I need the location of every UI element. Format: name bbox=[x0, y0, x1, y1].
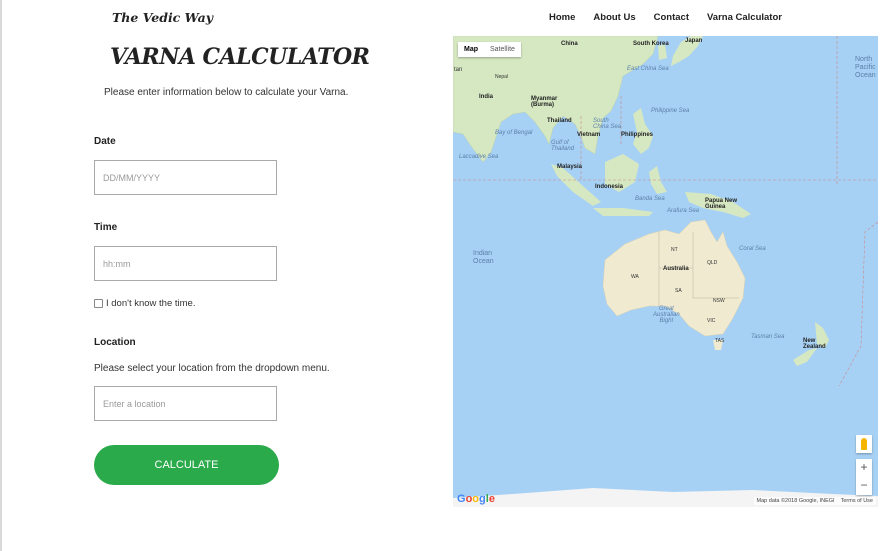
label-tasman-sea: Tasman Sea bbox=[751, 334, 785, 340]
label-partial-country: tan bbox=[454, 67, 463, 73]
main-nav: Home About Us Contact Varna Calculator bbox=[549, 12, 800, 23]
label-banda-sea: Banda Sea bbox=[635, 196, 665, 202]
label-philippine-sea: Philippine Sea bbox=[651, 108, 690, 114]
google-logo: Google bbox=[457, 493, 495, 505]
map-type-map-button[interactable]: Map bbox=[458, 42, 484, 57]
label-china: China bbox=[561, 41, 578, 47]
label-tas: TAS bbox=[715, 338, 725, 344]
label-indonesia: Indonesia bbox=[595, 184, 624, 190]
map-data-credit: Map data ©2018 Google, INEGI bbox=[756, 498, 835, 504]
label-great-australian-bight: Great Australian Bight bbox=[653, 306, 680, 324]
label-philippines: Philippines bbox=[621, 132, 654, 138]
label-coral-sea: Coral Sea bbox=[739, 246, 766, 252]
nav-contact[interactable]: Contact bbox=[654, 12, 689, 23]
label-malaysia: Malaysia bbox=[557, 164, 583, 170]
unknown-time-label: I don't know the time. bbox=[106, 298, 196, 309]
brand-logo[interactable]: The Vedic Way bbox=[112, 10, 213, 25]
street-view-pegman-icon[interactable] bbox=[856, 435, 872, 453]
label-new-zealand: New Zealand bbox=[803, 338, 826, 350]
map-attribution: Map data ©2018 Google, INEGI Terms of Us… bbox=[753, 497, 876, 505]
label-nt: NT bbox=[671, 247, 678, 253]
date-field[interactable]: DD/MM/YYYY bbox=[94, 160, 277, 195]
terms-of-use-link[interactable]: Terms of Use bbox=[841, 498, 873, 504]
page-title: VARNA CALCULATOR bbox=[110, 44, 370, 70]
label-myanmar: Myanmar (Burma) bbox=[531, 96, 558, 108]
label-nepal: Nepal bbox=[495, 74, 509, 80]
nav-home[interactable]: Home bbox=[549, 12, 575, 23]
new-zealand-south-landmass bbox=[793, 348, 817, 366]
maritime-line-3 bbox=[838, 221, 878, 387]
intro-text: Please enter information below to calcul… bbox=[104, 87, 349, 98]
unknown-time-checkbox[interactable] bbox=[94, 299, 103, 308]
label-australia: Australia bbox=[663, 266, 689, 272]
zoom-control: + − bbox=[856, 459, 872, 495]
label-gulf-thailand: Gulf of Thailand bbox=[551, 140, 575, 152]
label-north-pacific-ocean: North Pacific Ocean bbox=[855, 56, 876, 79]
location-help: Please select your location from the dro… bbox=[94, 363, 330, 374]
label-papua-new-guinea: Papua New Guinea bbox=[705, 198, 738, 210]
philippines-landmass bbox=[633, 108, 653, 154]
label-thailand: Thailand bbox=[547, 118, 572, 124]
label-vietnam: Vietnam bbox=[577, 132, 601, 138]
label-qld: QLD bbox=[707, 260, 718, 266]
map-type-control: Map Satellite bbox=[458, 42, 521, 57]
label-arafura-sea: Arafura Sea bbox=[667, 208, 700, 214]
label-nsw: NSW bbox=[713, 298, 725, 304]
location-label: Location bbox=[94, 337, 136, 348]
location-map[interactable]: China South Korea Japan tan Nepal India … bbox=[453, 36, 878, 507]
label-japan: Japan bbox=[685, 38, 703, 44]
label-sa: SA bbox=[675, 288, 682, 294]
nav-varna-calculator[interactable]: Varna Calculator bbox=[707, 12, 782, 23]
map-type-satellite-button[interactable]: Satellite bbox=[484, 42, 521, 57]
label-wa: WA bbox=[631, 274, 639, 280]
label-india: India bbox=[479, 94, 494, 100]
label-south-korea: South Korea bbox=[633, 41, 669, 47]
label-south-china-sea: South China Sea bbox=[593, 118, 622, 130]
left-border bbox=[0, 0, 2, 551]
label-laccadive-sea: Laccadive Sea bbox=[459, 154, 499, 160]
label-vic: VIC bbox=[707, 318, 716, 324]
label-east-china-sea: East China Sea bbox=[627, 66, 669, 72]
sumatra-landmass bbox=[551, 164, 601, 206]
calculate-button[interactable]: CALCULATE bbox=[94, 445, 279, 485]
location-field[interactable]: Enter a location bbox=[94, 386, 277, 421]
label-bay-of-bengal: Bay of Bengal bbox=[495, 130, 533, 136]
date-label: Date bbox=[94, 136, 116, 147]
time-label: Time bbox=[94, 222, 118, 233]
java-landmass bbox=[593, 208, 653, 216]
unknown-time-option[interactable]: I don't know the time. bbox=[94, 298, 195, 309]
zoom-in-button[interactable]: + bbox=[856, 459, 872, 477]
nav-about-us[interactable]: About Us bbox=[593, 12, 635, 23]
label-indian-ocean: Indian Ocean bbox=[473, 250, 494, 265]
time-field[interactable]: hh:mm bbox=[94, 246, 277, 281]
zoom-out-button[interactable]: − bbox=[856, 477, 872, 495]
